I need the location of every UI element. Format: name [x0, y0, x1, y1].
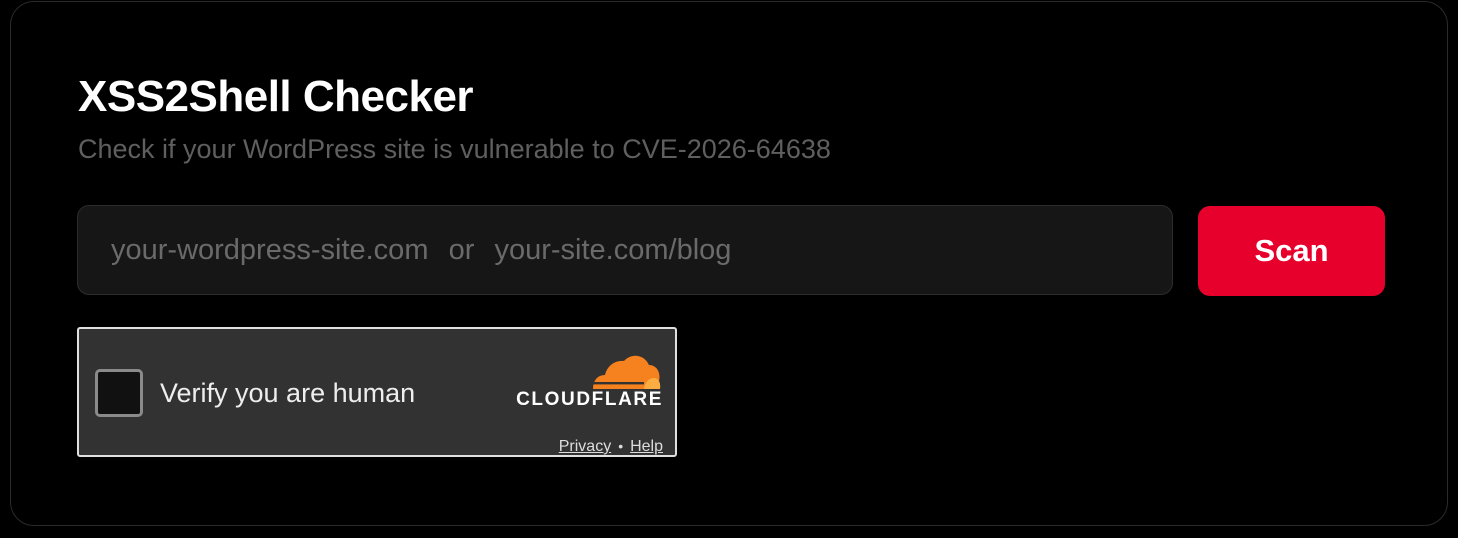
- help-link[interactable]: Help: [630, 438, 663, 455]
- checker-card: XSS2Shell Checker Check if your WordPres…: [10, 1, 1448, 526]
- link-separator: •: [618, 438, 624, 454]
- page-title: XSS2Shell Checker: [78, 72, 474, 121]
- cloudflare-turnstile-widget: Verify you are human CLOUDFLARE Privacy •…: [77, 327, 677, 457]
- cloudflare-wordmark: CLOUDFLARE: [516, 389, 663, 410]
- cloudflare-logo: CLOUDFLARE Privacy • Help: [513, 351, 663, 455]
- verify-human-checkbox[interactable]: [95, 369, 143, 417]
- scan-button[interactable]: Scan: [1198, 206, 1385, 296]
- privacy-link[interactable]: Privacy: [559, 438, 611, 455]
- site-url-input[interactable]: [77, 205, 1173, 295]
- verify-human-label: Verify you are human: [160, 378, 416, 408]
- cloudflare-cloud-icon: [592, 355, 661, 389]
- turnstile-footer-links: Privacy • Help: [559, 436, 663, 457]
- page-subtitle: Check if your WordPress site is vulnerab…: [78, 134, 831, 164]
